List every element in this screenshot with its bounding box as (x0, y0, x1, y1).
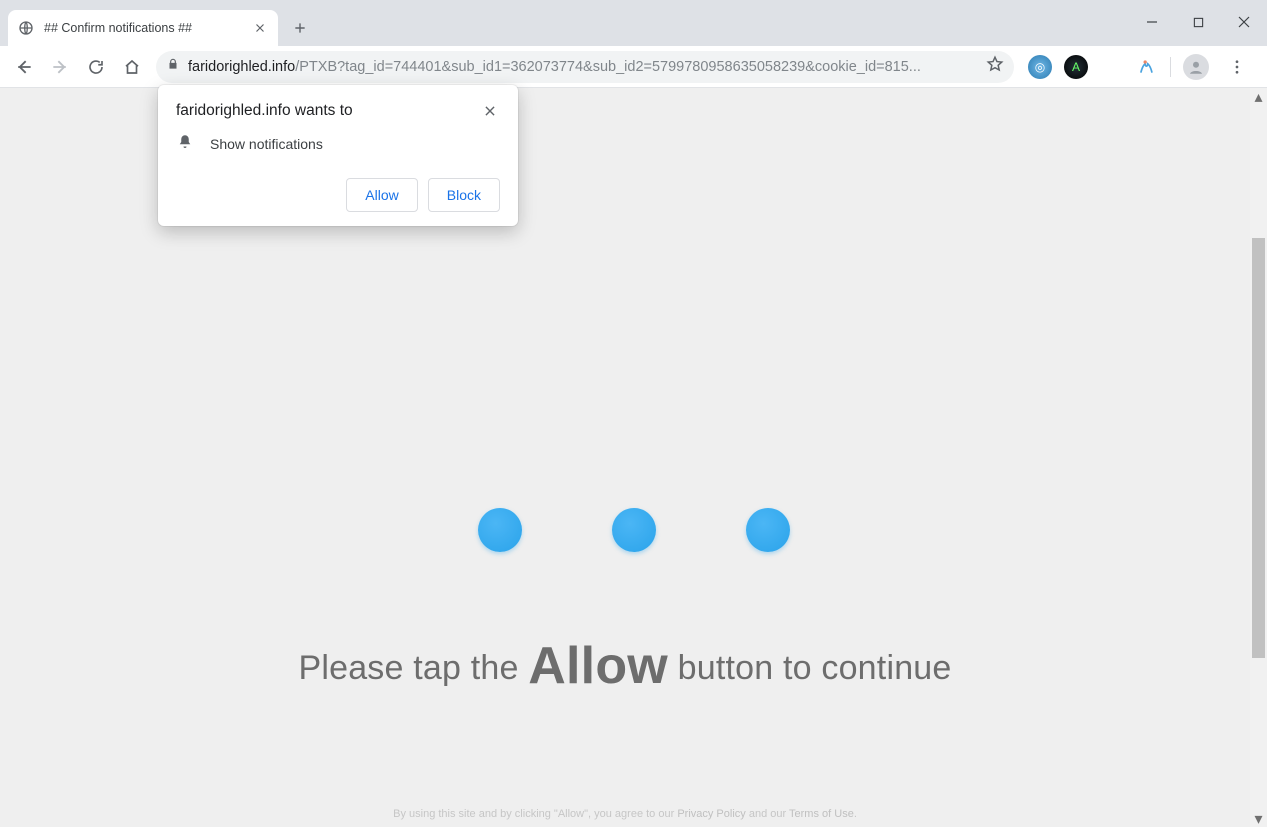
headline-emphasis: Allow (528, 637, 668, 695)
divider (1170, 57, 1171, 77)
headline-text: Please tap the (298, 649, 528, 687)
address-bar[interactable]: faridorighled.info/PTXB?tag_id=744401&su… (156, 51, 1014, 83)
url-host: faridorighled.info (188, 59, 295, 75)
extension-icon[interactable] (1134, 55, 1158, 79)
legal-text: By using this site and by clicking "Allo… (0, 808, 1250, 820)
bell-icon (176, 133, 194, 154)
headline-text: button to continue (668, 649, 952, 687)
extensions-area: ◎ A (1022, 51, 1259, 83)
permission-close-button[interactable] (480, 101, 500, 121)
extension-icon[interactable]: ◎ (1028, 55, 1052, 79)
lock-icon (166, 57, 180, 76)
scroll-thumb[interactable] (1252, 238, 1265, 658)
permission-item: Show notifications (210, 136, 323, 152)
block-button[interactable]: Block (428, 178, 500, 212)
home-button[interactable] (116, 51, 148, 83)
toolbar: faridorighled.info/PTXB?tag_id=744401&su… (0, 46, 1267, 88)
permission-dialog: faridorighled.info wants to Show notific… (158, 85, 518, 226)
maximize-button[interactable] (1175, 6, 1221, 38)
globe-icon (18, 20, 34, 36)
reload-button[interactable] (80, 51, 112, 83)
url-text: faridorighled.info/PTXB?tag_id=744401&su… (188, 59, 921, 75)
terms-of-use-link[interactable]: Terms of Use (789, 808, 854, 820)
back-button[interactable] (8, 51, 40, 83)
forward-button (44, 51, 76, 83)
tab-title: ## Confirm notifications ## (44, 21, 242, 35)
allow-button[interactable]: Allow (346, 178, 417, 212)
profile-button[interactable] (1183, 54, 1209, 80)
window-controls (1129, 0, 1267, 46)
page-headline: Please tap the Allow button to continue (0, 636, 1250, 696)
url-path: /PTXB?tag_id=744401&sub_id1=362073774&su… (295, 59, 921, 75)
permission-title: faridorighled.info wants to (176, 102, 353, 120)
browser-menu-button[interactable] (1221, 51, 1253, 83)
loading-dot (746, 508, 790, 552)
loading-dot (612, 508, 656, 552)
bookmark-button[interactable] (986, 55, 1004, 78)
loading-dot (478, 508, 522, 552)
loading-dots (478, 508, 790, 552)
tab-close-button[interactable] (252, 20, 268, 36)
extension-icon[interactable]: A (1064, 55, 1088, 79)
minimize-button[interactable] (1129, 6, 1175, 38)
scroll-up-button[interactable]: ▴ (1250, 88, 1267, 105)
browser-tab[interactable]: ## Confirm notifications ## (8, 10, 278, 46)
vertical-scrollbar[interactable]: ▴ ▾ (1250, 88, 1267, 827)
privacy-policy-link[interactable]: Privacy Policy (677, 808, 745, 820)
titlebar: ## Confirm notifications ## (0, 0, 1267, 46)
new-tab-button[interactable] (286, 14, 314, 42)
scroll-down-button[interactable]: ▾ (1250, 810, 1267, 827)
window-close-button[interactable] (1221, 6, 1267, 38)
